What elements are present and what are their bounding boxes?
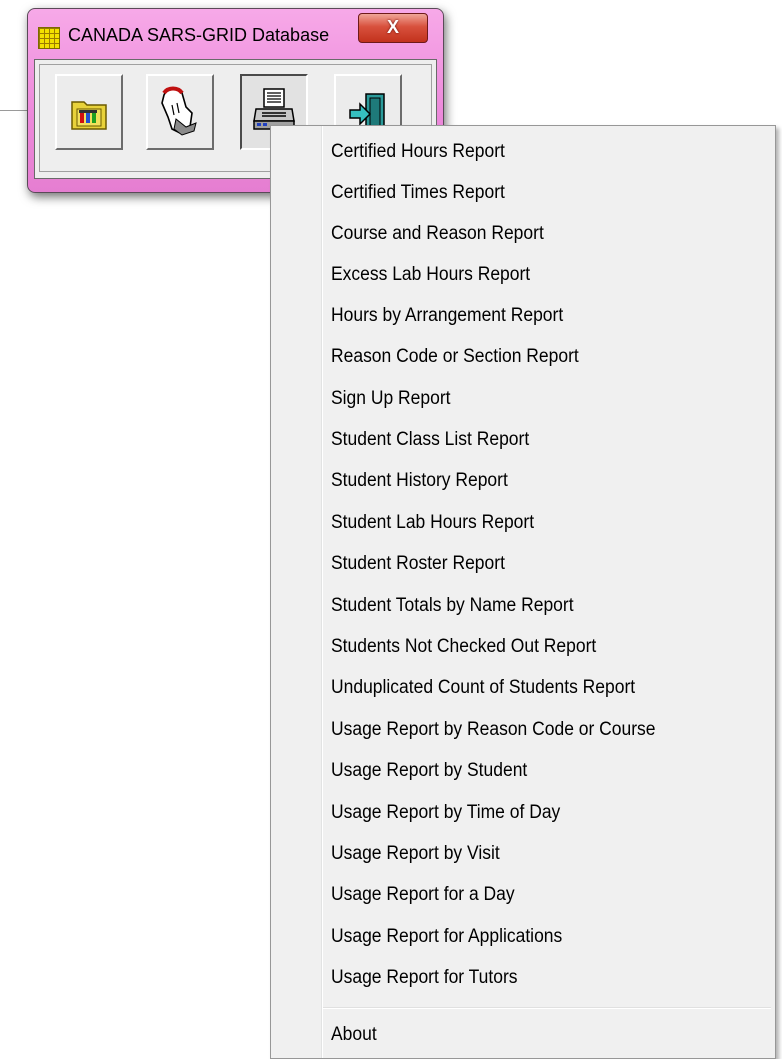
menu-item-student-totals-by-name-report[interactable]: Student Totals by Name Report — [331, 586, 574, 626]
sign-in-hand-icon — [161, 86, 197, 136]
menu-item-about[interactable]: About — [331, 1015, 377, 1055]
close-button[interactable]: X — [358, 13, 428, 43]
menu-item-reason-code-or-section-report[interactable]: Reason Code or Section Report — [331, 337, 579, 377]
menu-item-usage-report-by-reason-code-or-course[interactable]: Usage Report by Reason Code or Course — [331, 710, 656, 750]
setup-tools-folder-icon — [71, 101, 107, 130]
menu-item-usage-report-by-student[interactable]: Usage Report by Student — [331, 751, 527, 791]
menu-item-certified-hours-report[interactable]: Certified Hours Report — [331, 132, 505, 172]
menu-item-usage-report-by-time-of-day[interactable]: Usage Report by Time of Day — [331, 793, 560, 833]
menu-item-usage-report-for-a-day[interactable]: Usage Report for a Day — [331, 875, 515, 915]
menu-item-excess-lab-hours-report[interactable]: Excess Lab Hours Report — [331, 255, 530, 295]
menu-item-student-class-list-report[interactable]: Student Class List Report — [331, 420, 529, 460]
menu-item-student-history-report[interactable]: Student History Report — [331, 461, 508, 501]
app-grid-icon — [38, 27, 60, 49]
setup-button[interactable] — [55, 74, 123, 150]
menu-item-usage-report-by-visit[interactable]: Usage Report by Visit — [331, 834, 500, 874]
title-bar[interactable]: CANADA SARS-GRID Database X — [28, 9, 443, 57]
reports-menu: Certified Hours Report Certified Times R… — [270, 125, 776, 1059]
menu-item-hours-by-arrangement-report[interactable]: Hours by Arrangement Report — [331, 296, 563, 336]
window-title: CANADA SARS-GRID Database — [68, 25, 330, 45]
background-divider — [0, 110, 30, 111]
menu-item-student-roster-report[interactable]: Student Roster Report — [331, 544, 505, 584]
signin-button[interactable] — [146, 74, 214, 150]
menu-item-unduplicated-count-of-students-report[interactable]: Unduplicated Count of Students Report — [331, 668, 635, 708]
menu-item-course-and-reason-report[interactable]: Course and Reason Report — [331, 214, 544, 254]
menu-item-usage-report-for-applications[interactable]: Usage Report for Applications — [331, 917, 562, 957]
menu-item-students-not-checked-out-report[interactable]: Students Not Checked Out Report — [331, 627, 596, 667]
menu-item-usage-report-for-tutors[interactable]: Usage Report for Tutors — [331, 958, 518, 998]
menu-item-certified-times-report[interactable]: Certified Times Report — [331, 173, 505, 213]
menu-item-student-lab-hours-report[interactable]: Student Lab Hours Report — [331, 503, 534, 543]
menu-item-sign-up-report[interactable]: Sign Up Report — [331, 379, 451, 419]
